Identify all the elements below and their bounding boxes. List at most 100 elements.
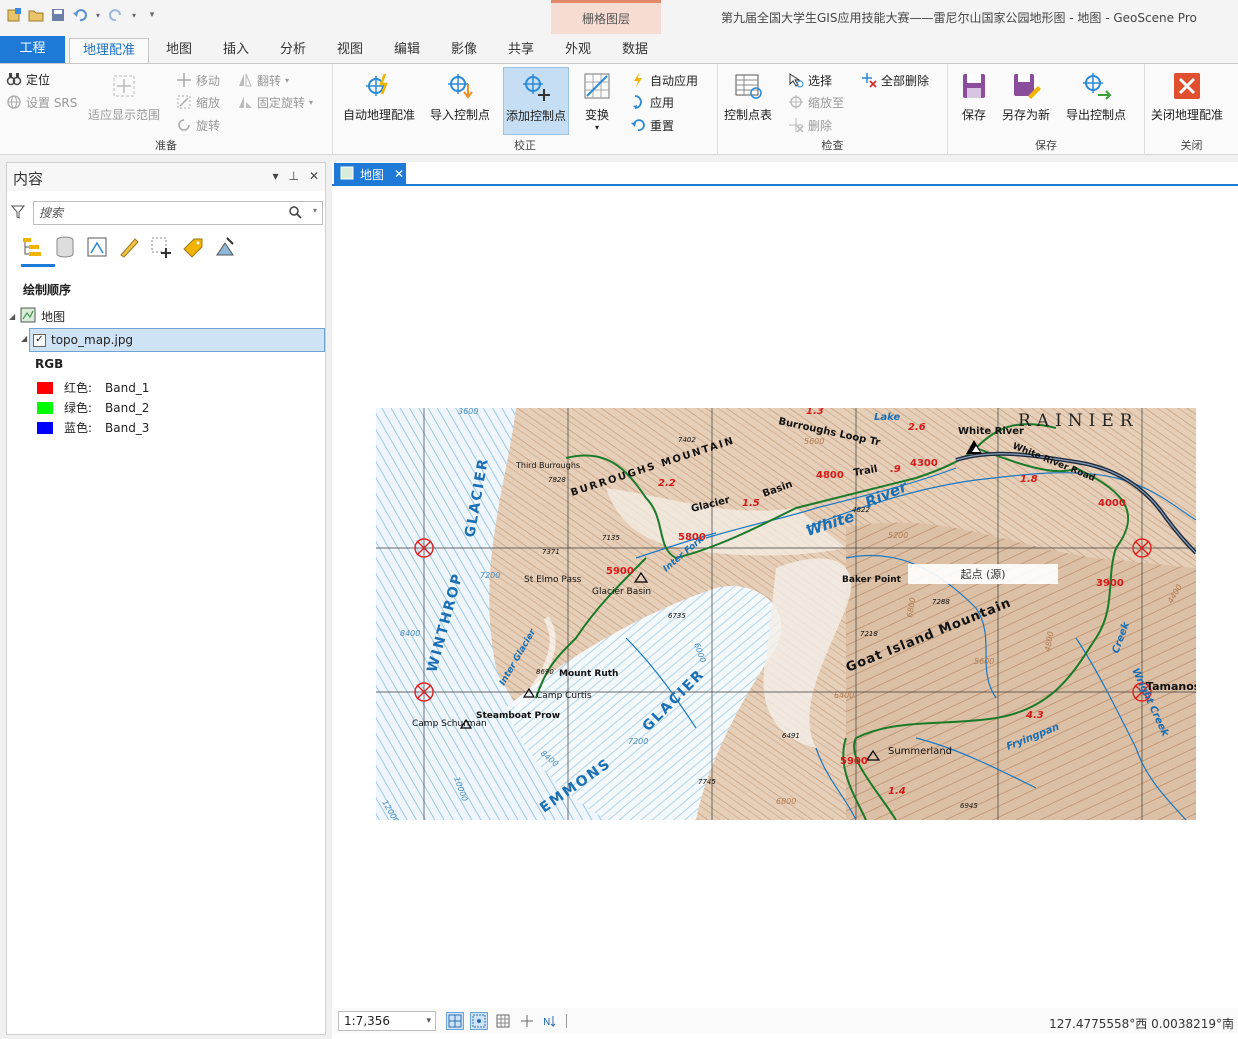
binoculars-icon xyxy=(6,71,22,87)
rotation-icon[interactable]: N xyxy=(542,1012,560,1030)
tab-data[interactable]: 数据 xyxy=(612,38,658,63)
close-icon[interactable]: ✕ xyxy=(309,169,319,183)
delete-all-button[interactable]: 全部删除 xyxy=(861,71,929,89)
blue-swatch[interactable] xyxy=(37,421,53,434)
tab-project[interactable]: 工程 xyxy=(0,36,65,63)
scale-button[interactable]: 缩放 xyxy=(176,93,220,111)
layer-visibility-checkbox[interactable]: ✓ xyxy=(33,333,46,347)
group-adjust-label: 校正 xyxy=(514,139,536,152)
crosshair-icon[interactable] xyxy=(518,1012,536,1030)
tab-view[interactable]: 视图 xyxy=(327,38,373,63)
move-button[interactable]: 移动 xyxy=(176,71,220,89)
save-project-icon[interactable] xyxy=(50,7,66,23)
export-control-points-button[interactable]: 导出控制点 xyxy=(1066,70,1126,123)
map-spot-7828: 7828 xyxy=(548,476,566,484)
pane-options-icon[interactable]: ▾ xyxy=(272,169,278,183)
tree-item-layer[interactable]: ✓ topo_map.jpg xyxy=(29,328,325,352)
map-view-tab[interactable]: 地图 ✕ xyxy=(334,163,406,185)
open-project-icon[interactable] xyxy=(28,7,44,23)
save-button[interactable]: 保存 xyxy=(958,70,990,123)
chevron-down-icon[interactable]: ▾ xyxy=(94,7,102,23)
tab-georeference[interactable]: 地理配准 xyxy=(69,38,149,63)
auto-apply-button[interactable]: 自动应用 xyxy=(630,71,698,89)
control-point-table-button[interactable]: 控制点表 xyxy=(724,70,772,123)
tab-share[interactable]: 共享 xyxy=(498,38,544,63)
save-label: 保存 xyxy=(961,108,986,122)
delete-button[interactable]: 删除 xyxy=(788,116,832,134)
map-contour-7200: 7200 xyxy=(480,571,500,580)
selection-icon[interactable] xyxy=(85,235,109,259)
editing-icon[interactable] xyxy=(117,235,141,259)
set-srs-button[interactable]: 设置 SRS xyxy=(6,93,77,111)
filter-icon[interactable] xyxy=(10,205,26,222)
rotate-button[interactable]: 旋转 xyxy=(176,116,220,134)
scale-label: 缩放 xyxy=(196,95,221,110)
locate-button[interactable]: 定位 xyxy=(6,70,50,88)
group-adjust: 自动地理配准 导入控制点 添加控制点 变换 ▾ 自动应用 应用 重置 校正 xyxy=(333,64,718,155)
tab-appearance[interactable]: 外观 xyxy=(555,38,601,63)
labeling-icon[interactable] xyxy=(181,235,205,259)
red-swatch[interactable] xyxy=(37,381,53,394)
fixed-rotate-icon xyxy=(237,94,253,110)
map-spot-7288: 7288 xyxy=(932,598,950,606)
snapping-toggle-icon[interactable] xyxy=(470,1012,488,1030)
apply-button[interactable]: 应用 xyxy=(630,93,674,111)
close-georeference-button[interactable]: 关闭地理配准 xyxy=(1151,70,1223,123)
fit-to-display-button[interactable]: 适应显示范围 xyxy=(88,70,160,123)
grid-icon[interactable] xyxy=(494,1012,512,1030)
transform-button[interactable]: 变换 ▾ xyxy=(581,70,613,132)
import-control-points-button[interactable]: 导入控制点 xyxy=(430,70,490,123)
chevron-down-icon[interactable]: ▾ xyxy=(313,206,317,215)
map-label-camp-schurman: Camp Schurman xyxy=(412,719,487,729)
charts-icon[interactable] xyxy=(213,235,237,259)
tab-insert[interactable]: 插入 xyxy=(213,38,259,63)
undo-icon[interactable] xyxy=(72,7,88,23)
new-project-icon[interactable] xyxy=(6,7,22,23)
tree-item-layer-label: topo_map.jpg xyxy=(51,333,134,347)
ribbon: 定位 设置 SRS 适应显示范围 移动 缩放 旋转 翻转 ▾ 固定旋转 ▾ 准备… xyxy=(0,63,1238,155)
tab-analysis[interactable]: 分析 xyxy=(270,38,316,63)
map-label-dist-1-8: 1.8 xyxy=(1020,474,1038,485)
data-source-icon[interactable] xyxy=(53,235,77,259)
band-green-row: 绿色: Band_2 xyxy=(37,399,149,416)
tree-item-map[interactable]: ◢ 地图 xyxy=(9,307,65,326)
export-control-points-label: 导出控制点 xyxy=(1066,108,1127,122)
rotate-label: 旋转 xyxy=(196,118,221,133)
auto-georeference-button[interactable]: 自动地理配准 xyxy=(343,70,415,123)
select-button[interactable]: 选择 xyxy=(788,71,832,89)
map-label-elev-5900b: 5900 xyxy=(840,756,868,767)
draw-order-icon[interactable] xyxy=(21,235,45,259)
group-prepare: 定位 设置 SRS 适应显示范围 移动 缩放 旋转 翻转 ▾ 固定旋转 ▾ 准备 xyxy=(0,64,333,155)
contents-view-toolbar xyxy=(21,235,237,259)
save-as-new-button[interactable]: 另存为新 xyxy=(1002,70,1050,123)
reset-button[interactable]: 重置 xyxy=(630,116,674,134)
customize-qat-icon[interactable]: ▾ xyxy=(144,7,160,23)
redo-icon[interactable] xyxy=(108,7,124,23)
close-icon[interactable]: ✕ xyxy=(394,167,404,181)
tab-map[interactable]: 地图 xyxy=(156,38,202,63)
fixed-rotate-button[interactable]: 固定旋转 ▾ xyxy=(237,93,313,111)
map-spot-7402: 7402 xyxy=(678,436,696,444)
snapping-icon[interactable] xyxy=(149,235,173,259)
search-icon[interactable] xyxy=(288,205,302,222)
map-label-elev-5800: 5800 xyxy=(678,532,706,543)
quick-access-toolbar: ▾ ▾ ▾ xyxy=(6,7,160,23)
zoom-to-button[interactable]: 缩放至 xyxy=(788,93,844,111)
add-control-points-button[interactable]: 添加控制点 xyxy=(503,67,569,135)
flip-button[interactable]: 翻转 ▾ xyxy=(237,71,289,89)
pin-icon[interactable]: ⊥ xyxy=(288,169,298,183)
collapse-arrow-icon[interactable]: ◢ xyxy=(21,334,27,343)
chevron-down-icon[interactable]: ▾ xyxy=(130,7,138,23)
delete-all-icon xyxy=(861,72,877,88)
tab-edit[interactable]: 编辑 xyxy=(384,38,430,63)
collapse-arrow-icon[interactable]: ◢ xyxy=(9,312,15,321)
map-view-tab-label: 地图 xyxy=(360,167,385,182)
green-swatch[interactable] xyxy=(37,401,53,414)
tab-imagery[interactable]: 影像 xyxy=(441,38,487,63)
search-input[interactable] xyxy=(34,202,274,224)
delete-point-icon xyxy=(788,117,804,133)
chevron-down-icon[interactable]: ▾ xyxy=(426,1012,431,1030)
fixed-zoom-icon[interactable] xyxy=(446,1012,464,1030)
topo-map-image[interactable]: 起点 (源) RAINIER White River White River R… xyxy=(376,408,1196,820)
scale-selector[interactable]: 1:7,356 ▾ xyxy=(338,1011,436,1031)
